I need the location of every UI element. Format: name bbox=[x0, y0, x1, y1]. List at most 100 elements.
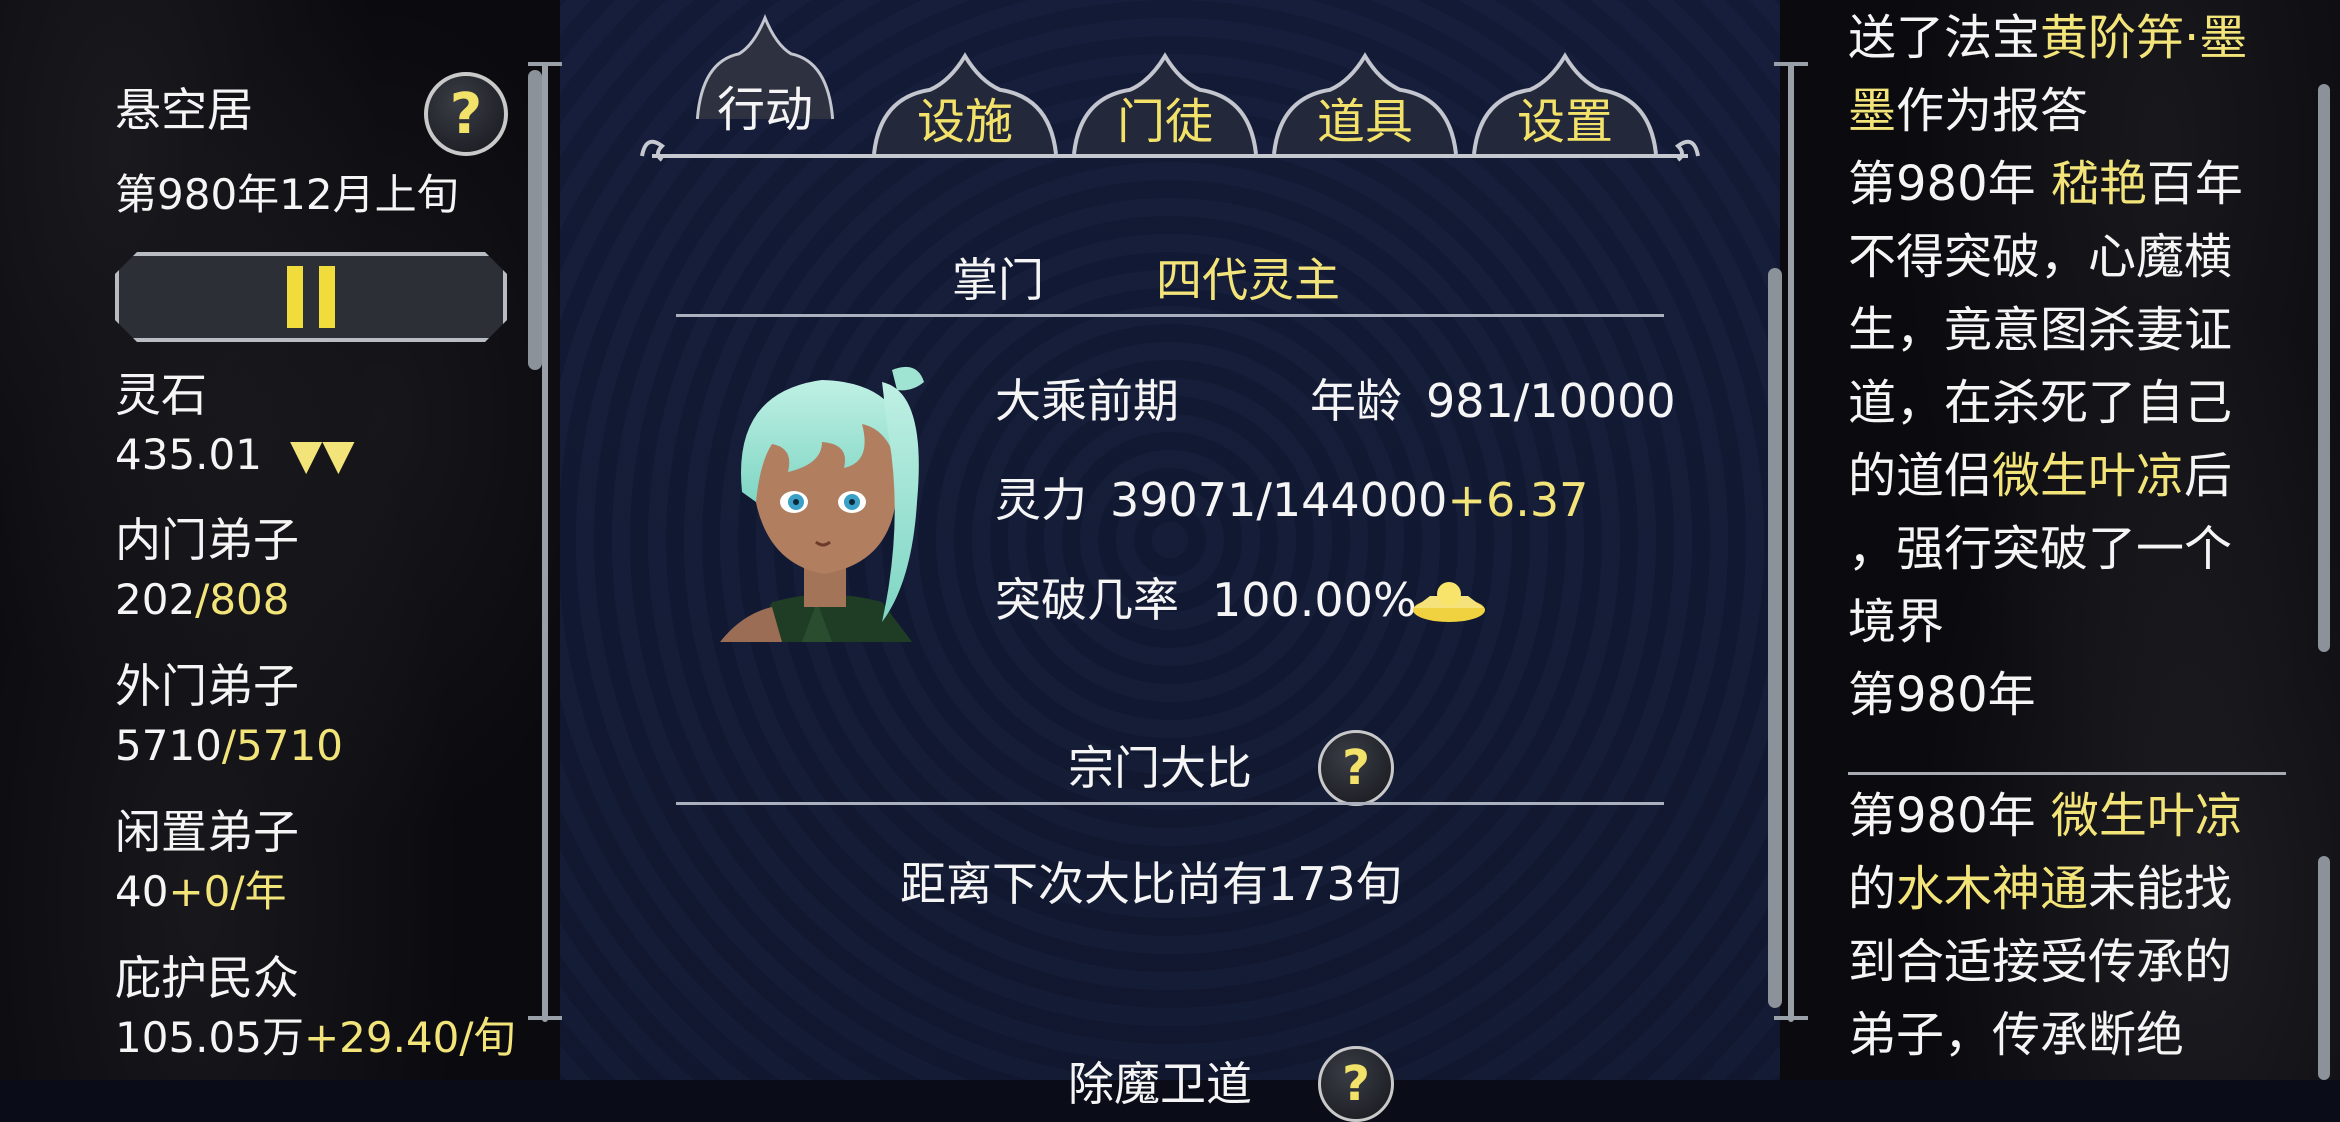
leader-heading: 掌门 bbox=[952, 253, 1044, 307]
log-text: 第980年 bbox=[1848, 788, 2051, 844]
log-text: ，强行突破了一个 bbox=[1848, 521, 2233, 577]
tab-4[interactable]: 道具 bbox=[1270, 48, 1460, 158]
log-highlight[interactable]: 嵇艳 bbox=[2051, 156, 2147, 212]
center-scroll-cap-bottom bbox=[1774, 1016, 1808, 1020]
log-text: 未能找 bbox=[2088, 861, 2233, 917]
resource-suffix: +0/年 bbox=[168, 867, 287, 916]
log-line: 送了法宝黄阶笄·墨 bbox=[1848, 2, 2278, 75]
log-highlight[interactable]: 黄阶笄·墨 bbox=[2040, 10, 2247, 66]
game-date: 第980年12月上旬 bbox=[115, 170, 459, 219]
log-line: 不得突破，心魔横 bbox=[1848, 221, 2278, 294]
log-line: 第980年 微生叶凉 bbox=[1848, 780, 2278, 853]
center-scroll-track[interactable] bbox=[1788, 62, 1794, 1022]
log-text: 道，在杀死了自己 bbox=[1848, 375, 2233, 431]
resource-value: 435.01 bbox=[115, 430, 262, 479]
log-text: 的 bbox=[1848, 861, 1897, 917]
center-scroll-thumb[interactable] bbox=[1768, 268, 1782, 1008]
tournament-heading: 宗门大比 bbox=[1068, 741, 1252, 795]
left-scroll-cap-top bbox=[528, 62, 562, 66]
log-line: 的道侣微生叶凉后 bbox=[1848, 440, 2278, 513]
tab-1[interactable]: 行动 bbox=[670, 12, 860, 160]
resource-value: 40 bbox=[115, 867, 169, 916]
resource-value-row: 435.01 ▼▼ bbox=[115, 430, 355, 480]
log-line: 墨作为报答 bbox=[1848, 75, 2278, 148]
log-text: 第980年 bbox=[1848, 156, 2051, 212]
leader-realm: 大乘前期 bbox=[995, 374, 1179, 428]
log-line: ，强行突破了一个 bbox=[1848, 513, 2278, 586]
log-text: 的道侣 bbox=[1848, 448, 1993, 504]
tab-5[interactable]: 设置 bbox=[1470, 48, 1660, 158]
tab-2[interactable]: 设施 bbox=[870, 48, 1060, 158]
tournament-help-button[interactable]: ? bbox=[1318, 730, 1394, 806]
log-highlight[interactable]: 墨 bbox=[1848, 83, 1896, 139]
ingot-icon bbox=[1413, 582, 1485, 622]
resource-value-row: 202/808 bbox=[115, 575, 290, 625]
leader-portrait[interactable] bbox=[712, 352, 942, 642]
left-scroll-cap-bottom bbox=[528, 1016, 562, 1020]
sect-name: 悬空居 bbox=[115, 83, 253, 137]
log-line: 弟子，传承断绝 bbox=[1848, 999, 2278, 1072]
log-text: 生，竟意图杀妻证 bbox=[1848, 302, 2233, 358]
log-text: 百年 bbox=[2146, 156, 2243, 212]
resource-value: 5710 bbox=[115, 721, 222, 770]
resource-label: 外门弟子 bbox=[115, 659, 299, 713]
question-icon: ? bbox=[1342, 740, 1370, 796]
log-divider bbox=[1848, 772, 2286, 775]
log-text: 不得突破，心魔横 bbox=[1848, 229, 2233, 285]
resource-value: 202 bbox=[115, 575, 196, 624]
log-line: 道，在杀死了自己 bbox=[1848, 367, 2278, 440]
tab-label: 道具 bbox=[1316, 94, 1413, 150]
log-highlight[interactable]: 微生叶凉 bbox=[2051, 788, 2243, 844]
log-text: 送了法宝 bbox=[1848, 10, 2041, 66]
resource-suffix: +29.40/旬 bbox=[303, 1013, 516, 1062]
question-icon: ? bbox=[1342, 1056, 1370, 1112]
log2-scroll-thumb[interactable] bbox=[2318, 856, 2330, 1080]
leader-divider bbox=[676, 314, 1664, 317]
log-line: 第980年 嵇艳百年 bbox=[1848, 148, 2278, 221]
sect-help-button[interactable]: ? bbox=[424, 72, 508, 156]
log-scroll-thumb[interactable] bbox=[2318, 84, 2330, 652]
leader-name[interactable]: 四代灵主 bbox=[1156, 252, 1340, 308]
center-scroll-cap-top bbox=[1774, 62, 1808, 66]
leader-breakthrough-label: 突破几率 bbox=[995, 573, 1179, 627]
log-highlight[interactable]: 微生叶凉 bbox=[1992, 448, 2184, 504]
log-text: 到合适接受传承的 bbox=[1848, 934, 2233, 990]
tab-3[interactable]: 门徒 bbox=[1070, 48, 1260, 158]
leader-age-label: 年龄 bbox=[1310, 374, 1402, 428]
resource-label: 庇护民众 bbox=[115, 951, 299, 1005]
next-section-help-button[interactable]: ? bbox=[1318, 1046, 1394, 1122]
tab-label: 设置 bbox=[1516, 94, 1613, 150]
log-text: 境界 bbox=[1848, 594, 1945, 650]
resource-value-row: 5710/5710 bbox=[115, 721, 343, 771]
log-line: 境界 bbox=[1848, 586, 2278, 659]
resource-label: 灵石 bbox=[115, 368, 207, 422]
leader-power-rate: +6.37 bbox=[1447, 473, 1589, 527]
leader-power-row: 39071/144000+6.37 bbox=[1110, 472, 1588, 528]
event-log-2[interactable]: 第980年 微生叶凉的水木神通未能找到合适接受传承的 弟子，传承断绝 bbox=[1840, 778, 2300, 1080]
resource-suffix: /5710 bbox=[221, 721, 343, 770]
resource-value-row: 105.05万+29.40/旬 bbox=[115, 1013, 516, 1063]
decrease-indicator-icon: ▼▼ bbox=[289, 430, 355, 479]
tab-label: 设施 bbox=[916, 94, 1013, 150]
log-text: 弟子，传承断绝 bbox=[1848, 1007, 2185, 1063]
leader-power-label: 灵力 bbox=[995, 473, 1087, 527]
tournament-divider bbox=[676, 802, 1664, 805]
question-icon: ? bbox=[449, 81, 483, 147]
left-scroll-thumb[interactable] bbox=[528, 70, 542, 370]
resource-suffix: /808 bbox=[195, 575, 290, 624]
tab-bar: 行动 设施 门徒 道具 设置 bbox=[640, 0, 1700, 165]
pause-button[interactable] bbox=[115, 252, 507, 342]
left-scroll-track[interactable] bbox=[542, 62, 548, 1022]
log-line: 生，竟意图杀妻证 bbox=[1848, 294, 2278, 367]
resource-label: 内门弟子 bbox=[115, 513, 299, 567]
log-highlight[interactable]: 水木神通 bbox=[1896, 861, 2088, 917]
event-log[interactable]: 送了法宝黄阶笄·墨 墨作为报答 第980年 嵇艳百年 不得突破，心魔横 生，竟意图杀妻证… bbox=[1840, 0, 2300, 738]
pause-icon bbox=[287, 266, 335, 328]
leader-power: 39071/144000 bbox=[1110, 473, 1448, 527]
tab-label: 行动 bbox=[716, 82, 813, 138]
log-text: 后 bbox=[2184, 448, 2233, 504]
resource-value-row: 40+0/年 bbox=[115, 867, 287, 917]
log-text: 作为报答 bbox=[1896, 83, 2089, 139]
leader-age: 981/10000 bbox=[1426, 374, 1676, 428]
log-line: 到合适接受传承的 bbox=[1848, 926, 2278, 999]
